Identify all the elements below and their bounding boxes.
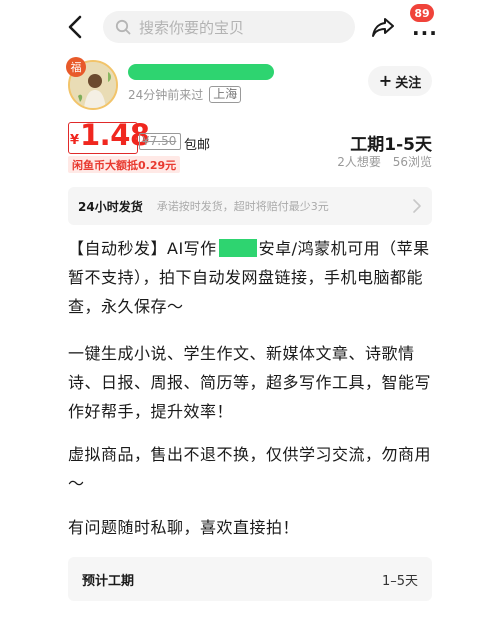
follow-label: 关注 <box>395 75 422 91</box>
share-button[interactable] <box>369 13 397 41</box>
description-paragraph-3: 虚拟商品，售出不退不换，仅供学习交流，勿商用～ <box>68 445 432 493</box>
back-icon <box>68 15 82 39</box>
seller-meta: 24分钟前来过 上海 <box>128 86 242 103</box>
follow-button[interactable]: + 关注 <box>368 66 432 96</box>
description-paragraph-4: 有问题随时私聊，喜欢直接拍！ <box>68 518 300 537</box>
currency-symbol: ¥ <box>70 133 80 148</box>
last-seen: 24分钟前来过 <box>128 88 204 102</box>
wants-count: 2人想要 <box>337 155 381 169</box>
shipping-promise-title: 24小时发货 <box>78 199 143 214</box>
redacted-block <box>218 239 257 257</box>
top-bar: 搜索你要的宝贝 ··· 89 <box>0 0 500 54</box>
back-button[interactable] <box>62 12 90 42</box>
original-price: ¥7.50 <box>142 134 177 148</box>
estimate-value: 1–5天 <box>381 573 418 589</box>
delivery-eta: 工期1-5天 <box>350 135 432 155</box>
share-icon <box>372 18 394 37</box>
coin-discount-tag: 闲鱼币大额抵0.29元 <box>68 156 181 173</box>
search-placeholder: 搜索你要的宝贝 <box>139 18 245 37</box>
more-icon: ··· <box>412 21 438 45</box>
chevron-right-icon <box>413 199 421 213</box>
location-chip: 上海 <box>209 86 242 103</box>
description-p1-start: 【自动秒发】AI写作 <box>68 239 217 258</box>
free-shipping-label: 包邮 <box>184 138 211 153</box>
views-count: 56浏览 <box>392 155 432 169</box>
notification-badge: 89 <box>410 4 434 22</box>
search-icon <box>115 19 131 35</box>
description-paragraph-1: 【自动秒发】AI写作 安卓/鸿蒙机可用（苹果暂不支持），拍下自动发网盘链接，手机电… <box>68 234 432 321</box>
description-paragraph-2: 一键生成小说、学生作文、新媒体文章、诗歌情诗、日报、周报、简历等，超多写作工具，… <box>68 344 432 421</box>
shipping-promise-bar[interactable]: 24小时发货 承诺按时发货，超时将赔付最少3元 <box>68 187 432 225</box>
shipping-promise-desc: 承诺按时发货，超时将赔付最少3元 <box>156 200 329 213</box>
search-input[interactable]: 搜索你要的宝贝 <box>103 11 355 43</box>
avatar-tag: 福 <box>66 57 86 77</box>
plus-icon: + <box>378 71 393 90</box>
estimated-duration-card: 预计工期 1–5天 <box>68 557 432 601</box>
seller-name-redacted[interactable] <box>128 64 274 80</box>
estimate-label: 预计工期 <box>82 573 135 589</box>
item-stats: 2人想要 56浏览 <box>337 153 432 170</box>
